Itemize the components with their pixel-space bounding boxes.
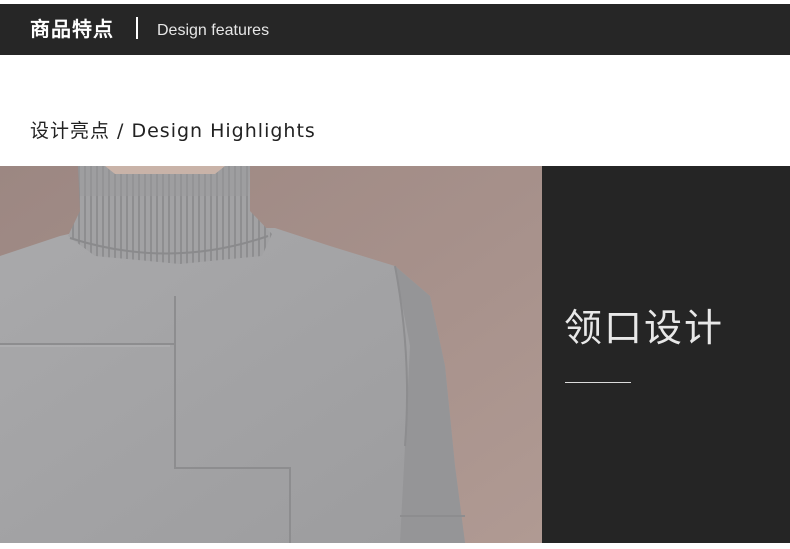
feature-panel: 领口设计	[542, 166, 790, 543]
section-heading: 设计亮点 / Design Highlights	[30, 120, 316, 142]
banner-separator	[136, 17, 138, 39]
feature-title: 领口设计	[564, 306, 725, 350]
product-detail-page: 商品特点 Design features 设计亮点 / Design Highl…	[0, 0, 790, 549]
bottom-strip	[0, 543, 790, 549]
section-banner: 商品特点 Design features	[0, 4, 790, 55]
banner-subtitle: Design features	[157, 22, 270, 39]
banner-title: 商品特点	[30, 17, 114, 41]
sweater-illustration	[0, 166, 542, 543]
product-photo	[0, 166, 542, 543]
feature-underline	[565, 382, 631, 383]
